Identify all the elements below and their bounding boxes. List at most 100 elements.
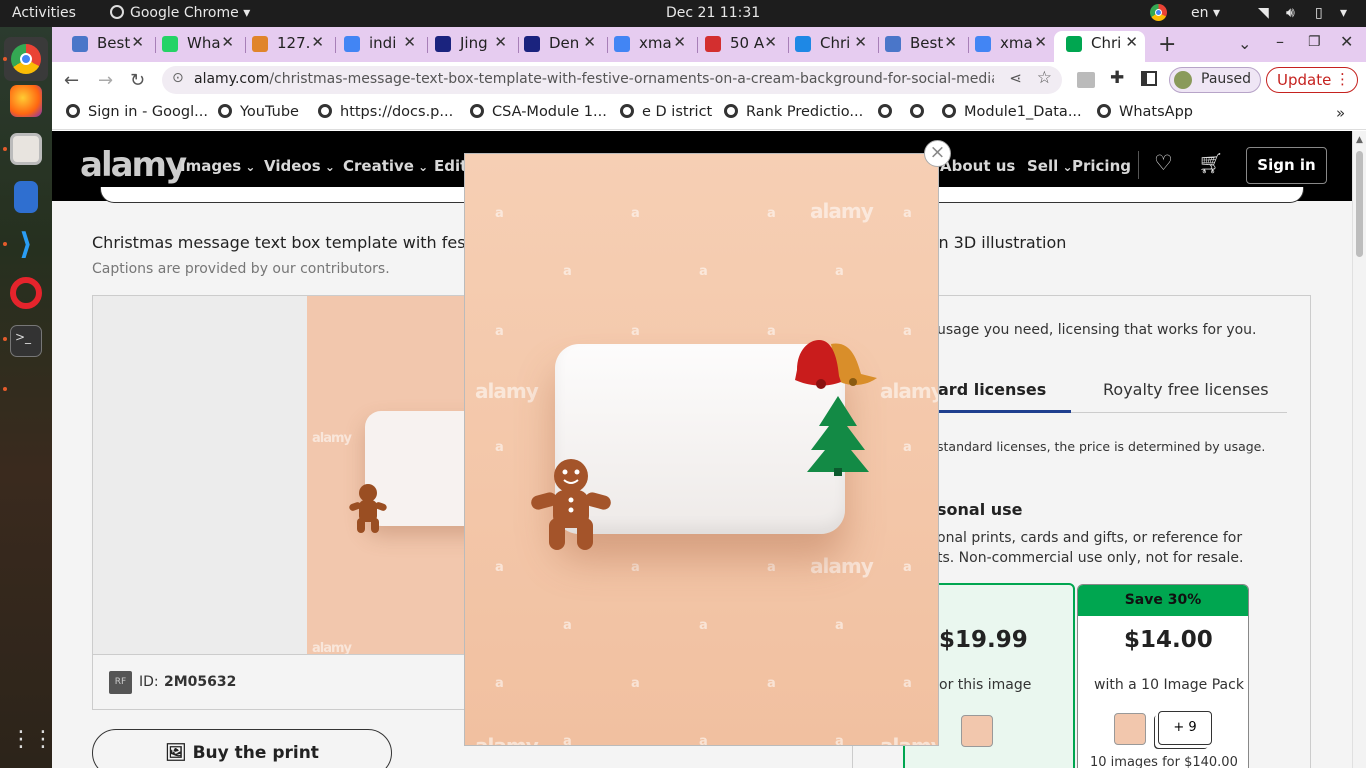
close-tab-icon[interactable]: ✕ [403,33,416,51]
tab-8[interactable]: 50 A ✕ [705,33,777,57]
watermark: a [767,324,776,339]
tab-12[interactable]: Chri ✕ [1066,33,1138,57]
tab-9[interactable]: Chri ✕ [795,33,867,57]
activities-button[interactable]: Activities [12,5,76,21]
favorites-heart-icon[interactable]: ♡ [1154,151,1173,175]
tab-2[interactable]: Wha ✕ [162,33,234,57]
close-tab-icon[interactable]: ✕ [673,33,686,51]
tab-search-icon[interactable]: ⌄ [1238,34,1251,53]
close-tab-icon[interactable]: ✕ [854,33,867,51]
alamy-logo[interactable]: alamy [80,145,187,185]
volume-icon[interactable]: 🔊︎ [1286,5,1295,21]
buy-print-button[interactable]: 🖼︎ Buy the print [92,729,392,768]
minimize-button[interactable]: – [1276,32,1284,51]
system-menu-caret-icon[interactable]: ▾ [1340,5,1347,21]
profile-paused-button[interactable]: Paused [1169,67,1261,93]
tab-separator [697,37,698,53]
extensions-puzzle-icon[interactable]: ✚ [1110,68,1124,88]
extension-icon[interactable] [1077,72,1095,88]
more-bookmarks-icon[interactable]: » [1336,104,1345,122]
bookmark-2[interactable]: YouTube [218,104,299,120]
bookmark-star-icon[interactable]: ☆ [1037,68,1052,88]
watermark: a [631,560,640,575]
watermark: a [835,618,844,633]
nav-about-us[interactable]: About us [940,157,1015,175]
close-tab-icon[interactable]: ✕ [221,33,234,51]
wifi-icon[interactable]: ◥ [1258,5,1269,21]
tab-3[interactable]: 127. ✕ [252,33,324,57]
bookmark-5[interactable]: e D istrict [620,104,712,120]
app-name: Google Chrome [130,5,239,21]
bookmark-10[interactable]: WhatsApp [1097,104,1193,120]
close-tab-icon[interactable]: ✕ [1125,33,1138,51]
tab-1[interactable]: Best ✕ [72,33,144,57]
close-tab-icon[interactable]: ✕ [764,33,777,51]
tab-label: Chri [820,34,851,52]
watermark: a [631,324,640,339]
bookmark-6[interactable]: Rank Predictio... [724,104,863,120]
writer-dock-icon[interactable] [14,181,38,213]
update-button[interactable]: Update ⋮ [1266,67,1358,93]
bookmark-4[interactable]: CSA-Module 1... [470,104,607,120]
preview-gingerbread [347,481,389,535]
nav-creative[interactable]: Creative ⌄ [343,157,428,175]
app-menu[interactable]: Google Chrome ▾ [110,5,250,21]
page-scrollbar[interactable]: ▲ [1352,131,1366,768]
terminal-dock-icon[interactable]: >_ [10,325,42,357]
address-bar[interactable]: ⊙ alamy.com/christmas-message-text-box-t… [162,66,1062,94]
close-tab-icon[interactable]: ✕ [583,33,596,51]
nav-images[interactable]: Images ⌄ [180,157,255,175]
clock[interactable]: Dec 21 11:31 [666,5,760,21]
bookmark-8[interactable] [910,104,932,120]
site-info-icon[interactable]: ⊙ [172,70,184,86]
forward-button[interactable]: → [98,70,113,91]
tab-5[interactable]: Jing ✕ [435,33,507,57]
nav-videos[interactable]: Videos ⌄ [264,157,335,175]
tab-standard-licenses[interactable]: ard licenses [938,380,1046,399]
chrome-dock-icon[interactable] [4,37,48,81]
new-tab-button[interactable]: + [1158,32,1176,57]
tab-7[interactable]: xma ✕ [614,33,686,57]
tab-4[interactable]: indi ✕ [344,33,416,57]
close-window-button[interactable]: ✕ [1340,32,1353,51]
tab-10[interactable]: Best ✕ [885,33,957,57]
vscode-dock-icon[interactable]: ⟩ [10,229,42,261]
close-tab-icon[interactable]: ✕ [494,33,507,51]
tab-separator [155,37,156,53]
share-icon[interactable]: ⋖ [1009,69,1022,87]
picture-icon: 🖼︎ [165,743,187,763]
reload-button[interactable]: ↻ [130,70,145,91]
tab-6[interactable]: Den ✕ [524,33,596,57]
bookmark-7[interactable] [878,104,900,120]
cart-icon[interactable]: 🛒︎ [1198,151,1223,175]
watermark-logo: alamy [475,379,539,403]
show-apps-icon[interactable]: ⋮⋮⋮ [10,727,76,759]
bookmark-1[interactable]: Sign in - Googl... [66,104,208,120]
restore-button[interactable]: ❐ [1308,34,1321,50]
chrome-tray-icon[interactable] [1150,4,1167,25]
tab-royalty-free-licenses[interactable]: Royalty free licenses [1103,380,1269,399]
globe-icon [318,104,332,118]
input-language[interactable]: en ▾ [1191,5,1220,21]
close-tab-icon[interactable]: ✕ [311,33,324,51]
firefox-dock-icon[interactable] [10,85,42,117]
opera-dock-icon[interactable] [10,277,42,309]
nav-sell[interactable]: Sell ⌄ [1027,157,1073,175]
close-tab-icon[interactable]: ✕ [944,33,957,51]
bookmark-3[interactable]: https://docs.p... [318,104,453,120]
bike-icon [72,36,88,52]
nav-pricing[interactable]: Pricing [1072,157,1131,175]
close-modal-button[interactable]: × [924,140,951,167]
files-dock-icon[interactable] [10,133,42,165]
bookmark-9[interactable]: Module1_Data... [942,104,1082,120]
tab-label: Jing [460,34,488,52]
close-tab-icon[interactable]: ✕ [1034,33,1047,51]
back-button[interactable]: ← [64,70,79,91]
side-panel-icon[interactable] [1141,71,1157,86]
battery-icon[interactable]: ▯ [1315,5,1323,21]
image-pack-option[interactable]: Save 30% $14.00 with a 10 Image Pack + 9… [1077,584,1249,768]
pack-thumb [1114,713,1146,745]
tab-11[interactable]: xma ✕ [975,33,1047,57]
close-tab-icon[interactable]: ✕ [131,33,144,51]
sign-in-button[interactable]: Sign in [1246,147,1327,184]
